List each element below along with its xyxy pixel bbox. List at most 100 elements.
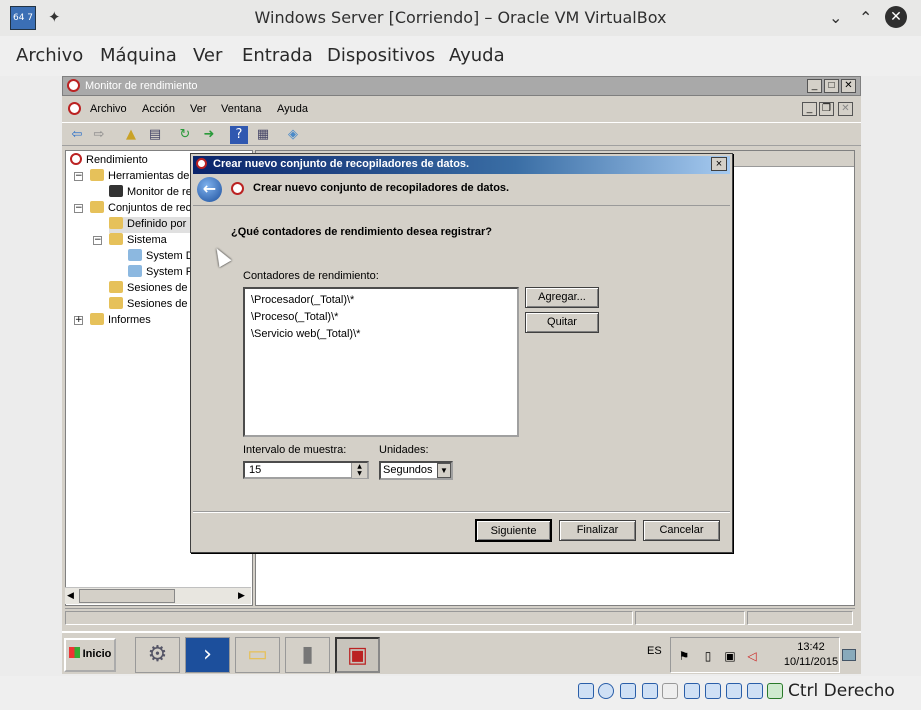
finish-button[interactable]: Finalizar: [559, 520, 636, 541]
tree-item-sesiones-2[interactable]: Sesiones de: [109, 297, 188, 313]
wizard-heading: Crear nuevo conjunto de recopiladores de…: [253, 182, 510, 194]
perfmon-menu-ver[interactable]: Ver: [190, 103, 207, 115]
perfmon-title: Monitor de rendimiento: [85, 80, 198, 92]
perfmon-minimize-button[interactable]: _: [807, 79, 822, 93]
next-button[interactable]: Siguiente: [475, 519, 552, 542]
perfmon-app-icon: [67, 79, 80, 92]
tree-item-conjuntos[interactable]: Conjuntos de rec: [90, 201, 191, 217]
host-menu-entrada[interactable]: Entrada: [242, 45, 313, 66]
show-hide-tree-icon[interactable]: ▤: [146, 126, 164, 144]
perfmon-menu-ventana[interactable]: Ventana: [221, 103, 261, 115]
folder-icon: [109, 297, 123, 309]
host-menu-archivo[interactable]: Archivo: [16, 45, 83, 66]
scroll-left-icon[interactable]: ◀: [67, 591, 74, 601]
counter-item[interactable]: \Servicio web(_Total)\*: [251, 326, 511, 343]
battery-icon[interactable]: ▯: [701, 649, 715, 663]
status-cell: [65, 611, 633, 625]
host-menu-dispositivos[interactable]: Dispositivos: [327, 45, 435, 66]
powershell-taskbar-button[interactable]: ›: [185, 637, 230, 673]
tree-expander[interactable]: −: [74, 172, 83, 181]
tree-item-sistema[interactable]: Sistema: [109, 233, 167, 249]
perfmon-close-button[interactable]: ✕: [841, 79, 856, 93]
tree-item-system-p[interactable]: System P: [128, 265, 193, 281]
tree-expander[interactable]: +: [74, 316, 83, 325]
host-menu-ver[interactable]: Ver: [193, 45, 222, 66]
tree-item-sesiones-1[interactable]: Sesiones de: [109, 281, 188, 297]
back-arrow-icon[interactable]: ⇦: [68, 126, 86, 144]
network-adapter-icon[interactable]: [620, 683, 636, 699]
system-tray: ⚑ ▯ ▣ ◁ 13:42 10/11/2015: [670, 637, 840, 673]
counters-listbox[interactable]: \Procesador(_Total)\* \Proceso(_Total)\*…: [243, 287, 519, 437]
language-indicator[interactable]: ES: [647, 645, 662, 657]
help-icon[interactable]: ?: [230, 126, 248, 144]
clock-date[interactable]: 10/11/2015: [779, 656, 843, 668]
refresh-icon[interactable]: ↻: [176, 126, 194, 144]
host-window-title: Windows Server [Corriendo] – Oracle VM V…: [254, 8, 667, 27]
folder-icon: [109, 281, 123, 293]
interval-spinner[interactable]: ▲ ▼: [351, 463, 367, 478]
properties-icon[interactable]: ▦: [254, 126, 272, 144]
perfmon-maximize-button[interactable]: □: [824, 79, 839, 93]
status-cell: [747, 611, 853, 625]
action-center-flag-icon[interactable]: ⚑: [677, 649, 691, 663]
guest-additions-icon[interactable]: [747, 683, 763, 699]
wizard-header: ← Crear nuevo conjunto de recopiladores …: [193, 174, 730, 206]
host-menu-ayuda[interactable]: Ayuda: [449, 45, 505, 66]
wizard-back-button[interactable]: ←: [197, 177, 222, 202]
close-icon[interactable]: ✕: [885, 6, 907, 28]
tree-item-herramientas[interactable]: Herramientas de: [90, 169, 189, 185]
speaker-muted-icon[interactable]: ◁: [745, 649, 759, 663]
tree-expander[interactable]: −: [93, 236, 102, 245]
wizard-close-button[interactable]: ×: [711, 157, 727, 171]
child-restore-button[interactable]: ❐: [819, 102, 834, 116]
tree-item-definido-por[interactable]: Definido por: [109, 217, 191, 233]
forward-arrow-icon[interactable]: ⇨: [90, 126, 108, 144]
tree-horizontal-scrollbar[interactable]: ◀ ▶: [65, 587, 251, 604]
maximize-icon[interactable]: ⌃: [859, 8, 872, 27]
start-button[interactable]: Inicio: [64, 638, 116, 672]
video-capture-icon[interactable]: [705, 683, 721, 699]
up-folder-icon[interactable]: ▲: [122, 126, 140, 144]
child-minimize-button[interactable]: _: [802, 102, 817, 116]
counter-item[interactable]: \Proceso(_Total)\*: [251, 309, 511, 326]
network-icon[interactable]: ▣: [723, 649, 737, 663]
scroll-right-icon[interactable]: ▶: [238, 591, 245, 601]
tree-item-rendimiento[interactable]: Rendimiento: [70, 153, 148, 169]
wizard-app-icon: [196, 158, 207, 169]
wizard-question: ¿Qué contadores de rendimiento desea reg…: [231, 226, 493, 238]
perfmon-taskbar-button[interactable]: ▣: [335, 637, 380, 673]
counter-item[interactable]: \Procesador(_Total)\*: [251, 292, 511, 309]
perfmon-menu-ayuda[interactable]: Ayuda: [277, 103, 308, 115]
tree-item-monitor[interactable]: Monitor de re: [109, 185, 192, 201]
cancel-button[interactable]: Cancelar: [643, 520, 720, 541]
new-window-icon[interactable]: ◈: [284, 126, 302, 144]
shared-folder-icon[interactable]: [662, 683, 678, 699]
export-list-icon[interactable]: ➜: [200, 126, 218, 144]
host-menu-maquina[interactable]: Máquina: [100, 45, 177, 66]
perfmon-menu-icon[interactable]: [68, 102, 81, 115]
wizard-heading-icon: [231, 182, 244, 195]
cpu-icon[interactable]: [726, 683, 742, 699]
tools-taskbar-button[interactable]: ▮: [285, 637, 330, 673]
optical-drive-icon[interactable]: [598, 683, 614, 699]
tree-item-informes[interactable]: Informes: [90, 313, 151, 329]
clock-time[interactable]: 13:42: [783, 641, 839, 653]
remove-counter-button[interactable]: Quitar: [525, 312, 599, 333]
perfmon-menu-accion[interactable]: Acción: [142, 103, 175, 115]
chevron-down-icon[interactable]: ▼: [437, 463, 451, 478]
server-manager-taskbar-button[interactable]: ⚙: [135, 637, 180, 673]
scroll-thumb[interactable]: [79, 589, 175, 603]
tree-item-system-d[interactable]: System D: [128, 249, 194, 265]
explorer-taskbar-button[interactable]: ▭: [235, 637, 280, 673]
show-desktop-icon[interactable]: [842, 649, 856, 661]
usb-icon[interactable]: [642, 683, 658, 699]
perfmon-menu-archivo[interactable]: Archivo: [90, 103, 127, 115]
child-close-button[interactable]: ✕: [838, 102, 853, 116]
tree-expander[interactable]: −: [74, 204, 83, 213]
minimize-icon[interactable]: ⌄: [829, 8, 842, 27]
mouse-integration-icon[interactable]: [767, 683, 783, 699]
units-select[interactable]: Segundos ▼: [379, 461, 453, 480]
add-counter-button[interactable]: Agregar...: [525, 287, 599, 308]
hard-disk-icon[interactable]: [578, 683, 594, 699]
display-icon[interactable]: [684, 683, 700, 699]
